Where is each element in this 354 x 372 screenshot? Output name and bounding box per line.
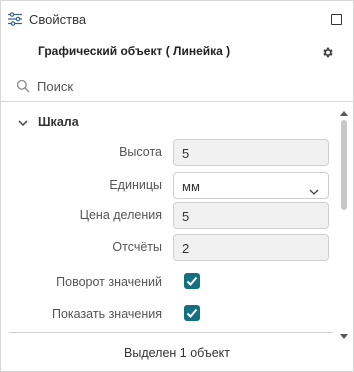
- footer-divider: [9, 332, 333, 333]
- panel-title: Свойства: [29, 12, 87, 27]
- sliders-icon[interactable]: [7, 11, 23, 27]
- height-field[interactable]: 5: [173, 139, 329, 166]
- search-icon: [16, 79, 30, 93]
- section-header-scale[interactable]: Шкала: [1, 112, 331, 132]
- division-label: Цена деления: [79, 208, 162, 222]
- object-title: Графический объект ( Линейка ): [38, 44, 231, 58]
- search-bar: [1, 73, 353, 102]
- show-values-checkbox[interactable]: [184, 305, 200, 321]
- property-row-division: Цена деления 5: [1, 202, 337, 230]
- chevron-down-icon[interactable]: [309, 183, 319, 195]
- gear-icon[interactable]: [321, 46, 334, 59]
- scroll-down-arrow-icon[interactable]: [340, 334, 348, 339]
- ticks-label: Отсчёты: [112, 240, 162, 254]
- selection-status: Выделен 1 объект: [124, 346, 230, 360]
- units-label: Единицы: [109, 178, 162, 192]
- scrollbar-thumb[interactable]: [341, 120, 347, 210]
- properties-list: Шкала Высота 5 Единицы мм Цена деления 5…: [1, 104, 337, 330]
- ticks-field[interactable]: 2: [173, 234, 329, 261]
- property-row-height: Высота 5: [1, 139, 337, 167]
- property-row-show-values: Показать значения: [1, 301, 337, 329]
- show-values-label: Показать значения: [51, 307, 162, 321]
- section-title: Шкала: [38, 115, 79, 129]
- property-row-ticks: Отсчёты 2: [1, 234, 337, 262]
- rotate-values-checkbox[interactable]: [184, 273, 200, 289]
- property-row-rotate-values: Поворот значений: [1, 269, 337, 297]
- rotate-values-label: Поворот значений: [56, 275, 162, 289]
- units-select[interactable]: мм: [173, 172, 329, 199]
- scrollbar[interactable]: [337, 104, 353, 344]
- units-value: мм: [182, 179, 200, 194]
- chevron-down-icon[interactable]: [17, 116, 29, 128]
- maximize-icon[interactable]: [331, 14, 342, 25]
- search-input[interactable]: [37, 76, 327, 96]
- scroll-up-arrow-icon[interactable]: [340, 111, 348, 116]
- division-field[interactable]: 5: [173, 202, 329, 229]
- height-label: Высота: [119, 145, 162, 159]
- properties-panel: Свойства Графический объект ( Линейка ) …: [0, 0, 354, 372]
- panel-header: Свойства: [1, 1, 353, 37]
- property-row-units: Единицы мм: [1, 172, 337, 200]
